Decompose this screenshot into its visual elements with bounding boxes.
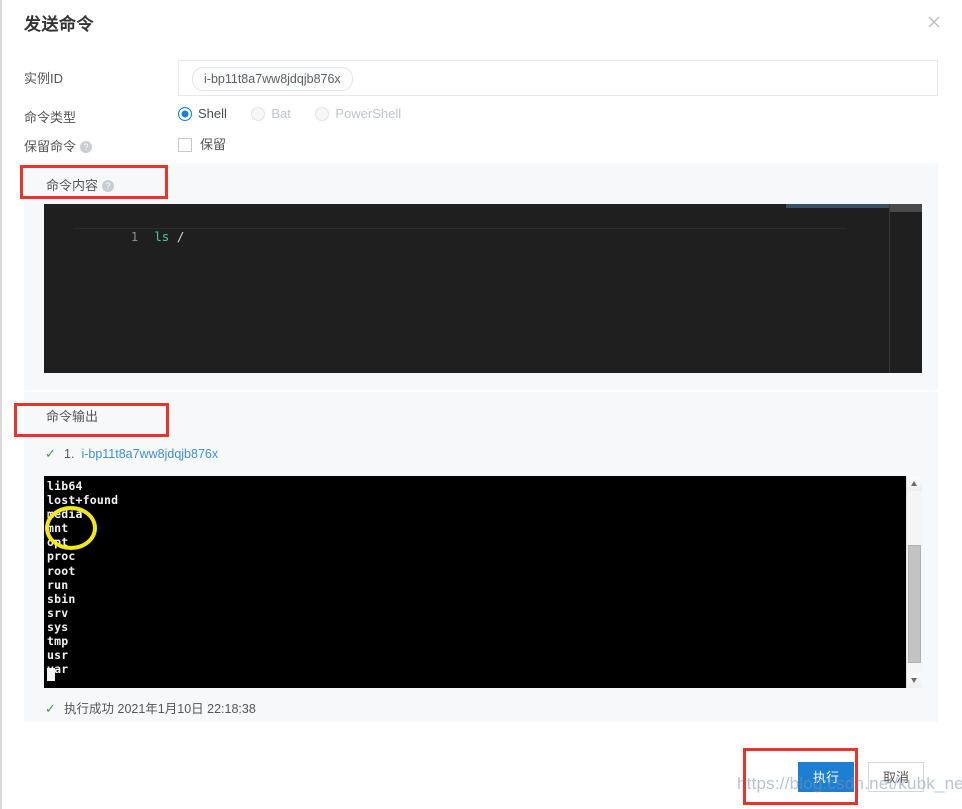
command-type-row: 命令类型 — [2, 107, 962, 137]
terminal-output[interactable]: lib64 lost+found media mnt opt proc root… — [44, 476, 922, 688]
terminal-cursor — [47, 668, 55, 681]
command-type-radio-group: Shell Bat PowerShell — [178, 105, 421, 125]
scroll-down-arrow-icon[interactable] — [907, 673, 922, 688]
radio-shell[interactable]: Shell — [178, 105, 227, 123]
editor-token-argument: / — [176, 229, 185, 244]
radio-shell-label: Shell — [198, 106, 227, 121]
keep-checkbox-label: 保留 — [200, 137, 227, 152]
result-index: 1. — [64, 447, 75, 461]
cancel-button[interactable]: 取消 — [868, 762, 924, 792]
keep-command-label: 保留命令? — [24, 136, 93, 158]
command-type-label: 命令类型 — [24, 110, 77, 125]
execute-button[interactable]: 执行 — [798, 762, 854, 792]
command-output-title: 命令输出 — [46, 409, 99, 424]
command-output-panel: 命令输出 ✓ 1. i-bp11t8a7ww8jdqjb876x lib64 los… — [24, 392, 938, 722]
help-icon[interactable]: ? — [80, 141, 93, 153]
command-content-title-text: 命令内容 — [46, 178, 99, 193]
keep-command-checkbox-group[interactable]: 保留 — [178, 134, 226, 154]
checkbox-icon[interactable] — [178, 138, 192, 152]
instance-id-label: 实例ID — [24, 71, 64, 86]
radio-bat[interactable]: Bat — [251, 105, 291, 123]
dialog-header: 发送命令 — [2, 0, 962, 45]
keep-command-row: 保留命令? — [2, 136, 962, 166]
radio-dot-icon — [251, 107, 266, 121]
keep-command-label-text: 保留命令 — [24, 139, 77, 154]
radio-bat-label: Bat — [271, 106, 291, 121]
send-command-dialog: 发送命令 实例ID i-bp11t8a7ww8jdqjb876x 命令类型 Sh… — [0, 0, 962, 809]
status-timestamp: 2021年1月10日 22:18:38 — [117, 702, 256, 716]
editor-token-command: ls — [154, 229, 170, 244]
terminal-scrollbar[interactable] — [906, 476, 922, 688]
command-code-editor[interactable]: 1 ls / — [44, 204, 922, 373]
radio-dot-icon — [178, 107, 192, 121]
check-icon: ✓ — [45, 701, 56, 716]
radio-powershell-label: PowerShell — [335, 106, 402, 121]
status-text: 执行成功 — [64, 702, 115, 716]
check-icon: ✓ — [45, 446, 56, 461]
editor-minimap-edge — [889, 204, 890, 373]
radio-powershell[interactable]: PowerShell — [315, 105, 401, 123]
output-result-header: ✓ 1. i-bp11t8a7ww8jdqjb876x — [45, 446, 218, 462]
result-instance-id[interactable]: i-bp11t8a7ww8jdqjb876x — [81, 447, 218, 461]
editor-line-underline — [74, 228, 846, 229]
command-content-panel: 命令内容? 1 ls / — [24, 163, 938, 390]
radio-dot-icon — [315, 107, 330, 121]
page-title: 发送命令 — [24, 15, 94, 34]
close-icon[interactable] — [925, 13, 943, 31]
instance-id-field[interactable]: i-bp11t8a7ww8jdqjb876x — [178, 60, 938, 96]
command-content-title: 命令内容? — [46, 175, 115, 194]
editor-line-1: 1 ls / — [44, 210, 185, 244]
editor-scroll-corner — [890, 204, 922, 212]
scrollbar-thumb[interactable] — [908, 545, 921, 663]
execution-status: ✓ 执行成功 2021年1月10日 22:18:38 — [45, 698, 256, 717]
terminal-output-text: lib64 lost+found media mnt opt proc root… — [47, 479, 119, 677]
scroll-up-arrow-icon[interactable] — [907, 476, 922, 491]
help-icon[interactable]: ? — [102, 180, 115, 192]
instance-id-tag[interactable]: i-bp11t8a7ww8jdqjb876x — [192, 67, 353, 91]
line-number: 1 — [130, 229, 139, 244]
